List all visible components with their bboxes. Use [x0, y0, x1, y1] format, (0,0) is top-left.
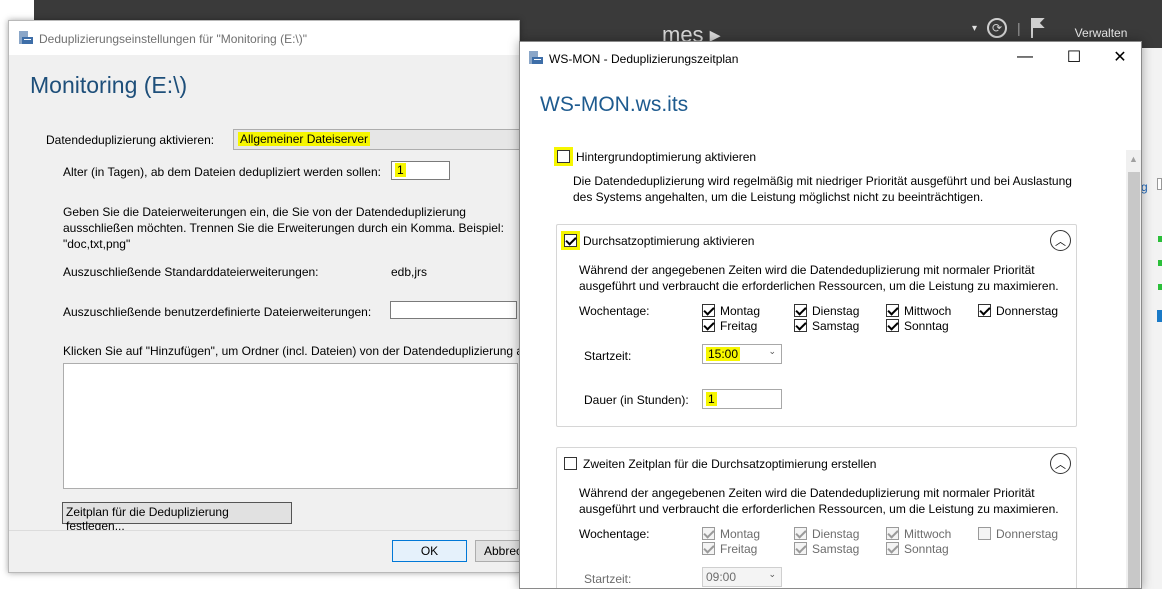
second-start-time-value: 09:00 — [706, 570, 737, 584]
throughput-day-label-freitag: Freitag — [720, 319, 758, 333]
dialog-title: WS-MON - Deduplizierungszeitplan — [549, 52, 739, 66]
std-extensions-label: Auszuschließende Standarddateierweiterun… — [63, 265, 319, 279]
second-schedule-label: Zweiten Zeitplan für die Durchsatzoptimi… — [583, 457, 877, 471]
throughput-day-label-sonntag: Sonntag — [904, 319, 949, 333]
throughput-day-checkbox-montag[interactable] — [702, 304, 715, 317]
background-checkbox[interactable] — [1157, 178, 1162, 190]
background-optimization-checkbox[interactable] — [557, 150, 570, 163]
start-time-select[interactable]: 15:00 ⌄ — [702, 344, 782, 364]
throughput-day-checkbox-freitag[interactable] — [702, 319, 715, 332]
dedup-type-value: Allgemeiner Dateiserver — [238, 132, 371, 146]
chevron-up-icon[interactable]: ︿ — [1050, 230, 1071, 251]
dialog-title: Deduplizierungseinstellungen für "Monito… — [39, 32, 307, 46]
throughput-day-checkbox-sonntag[interactable] — [886, 319, 899, 332]
cancel-button[interactable]: Abbrec — [475, 540, 519, 562]
weekdays-label: Wochentage: — [579, 527, 650, 541]
notifications-flag-icon[interactable] — [1030, 18, 1047, 38]
topbar-tools: ▾ ⟳ | Verwalten — [972, 16, 1127, 40]
scroll-up-icon[interactable]: ▲ — [1129, 154, 1138, 164]
dedup-volume-icon — [529, 51, 543, 64]
weekdays-label: Wochentage: — [579, 304, 650, 318]
refresh-icon[interactable]: ⟳ — [987, 18, 1008, 38]
second-schedule-checkbox[interactable] — [564, 457, 577, 470]
dedup-type-select[interactable]: Allgemeiner Dateiserver — [233, 129, 519, 150]
second-day-label-sonntag: Sonntag — [904, 542, 949, 556]
chevron-up-icon[interactable]: ︿ — [1050, 453, 1071, 474]
throughput-day-label-dienstag: Dienstag — [812, 304, 860, 318]
throughput-day-label-montag: Montag — [720, 304, 761, 318]
throughput-day-checkbox-mittwoch[interactable] — [886, 304, 899, 317]
second-start-time-select[interactable]: 09:00 ⌄ — [702, 567, 782, 587]
set-schedule-button[interactable]: Zeitplan für die Deduplizierung festlege… — [62, 502, 292, 533]
throughput-optimization-label: Durchsatzoptimierung aktivieren — [583, 234, 755, 248]
custom-extensions-input[interactable] — [390, 301, 517, 319]
separator: | — [1017, 20, 1021, 36]
status-green-indicator — [1158, 260, 1162, 266]
second-day-label-mittwoch: Mittwoch — [904, 527, 952, 541]
duration-input[interactable]: 1 — [702, 389, 782, 409]
second-schedule-description: Während der angegebenen Zeiten wird die … — [579, 486, 1059, 516]
age-label: Alter (in Tagen), ab dem Dateien dedupli… — [63, 165, 381, 179]
extension-description: Geben Sie die Dateierweiterungen ein, di… — [63, 205, 504, 251]
custom-extensions-label: Auszuschließende benutzerdefinierte Date… — [63, 305, 372, 319]
duration-value: 1 — [706, 392, 717, 406]
throughput-day-checkbox-samstag[interactable] — [794, 319, 807, 332]
vertical-scrollbar[interactable]: ▲ — [1126, 150, 1141, 588]
selected-row-indicator — [1157, 310, 1162, 322]
age-input[interactable]: 1 — [391, 161, 450, 180]
second-day-label-montag: Montag — [720, 527, 761, 541]
status-green-indicator — [1158, 284, 1162, 290]
dedup-schedule-dialog: WS-MON - Deduplizierungszeitplan — ☐ ✕ W… — [519, 41, 1142, 589]
throughput-day-label-mittwoch: Mittwoch — [904, 304, 952, 318]
start-time-label: Startzeit: — [584, 572, 632, 586]
std-extensions-value: edb,jrs — [391, 265, 428, 279]
second-day-checkbox-samstag[interactable] — [794, 542, 807, 555]
ok-button[interactable]: OK — [392, 540, 467, 562]
throughput-day-checkbox-donnerstag[interactable] — [978, 304, 991, 317]
second-day-label-samstag: Samstag — [812, 542, 860, 556]
dropdown-arrow-icon[interactable]: ▾ — [972, 23, 977, 34]
server-heading: WS-MON.ws.its — [540, 93, 689, 116]
dedup-enable-label: Datendeduplizierung aktivieren: — [46, 133, 215, 147]
scrollbar-thumb[interactable] — [1128, 172, 1140, 588]
exclude-folders-hint: Klicken Sie auf "Hinzufügen", um Ordner … — [63, 344, 520, 358]
background-link-text[interactable]: g — [1141, 180, 1148, 194]
excluded-folders-list[interactable] — [63, 363, 518, 489]
throughput-description: Während der angegebenen Zeiten wird die … — [579, 263, 1059, 293]
background-optimization-description: Die Datendeduplizierung wird regelmäßig … — [573, 174, 1072, 204]
second-day-checkbox-montag[interactable] — [702, 527, 715, 540]
close-button[interactable]: ✕ — [1110, 47, 1130, 67]
minimize-button[interactable]: — — [1015, 48, 1035, 66]
second-day-checkbox-dienstag[interactable] — [794, 527, 807, 540]
duration-label: Dauer (in Stunden): — [584, 393, 689, 407]
second-day-checkbox-sonntag[interactable] — [886, 542, 899, 555]
dedup-volume-icon — [19, 31, 33, 44]
age-value: 1 — [395, 163, 406, 177]
second-day-checkbox-donnerstag[interactable] — [978, 527, 991, 540]
throughput-day-checkbox-dienstag[interactable] — [794, 304, 807, 317]
dedup-settings-dialog: Deduplizierungseinstellungen für "Monito… — [8, 20, 520, 573]
chevron-down-icon: ⌄ — [768, 569, 776, 579]
dialog-titlebar[interactable]: WS-MON - Deduplizierungszeitplan — ☐ ✕ — [520, 42, 1141, 74]
throughput-optimization-checkbox[interactable] — [564, 234, 577, 247]
throughput-day-label-samstag: Samstag — [812, 319, 860, 333]
throughput-day-label-donnerstag: Donnerstag — [996, 304, 1059, 318]
second-day-label-freitag: Freitag — [720, 542, 758, 556]
second-day-label-dienstag: Dienstag — [812, 527, 860, 541]
start-time-label: Startzeit: — [584, 349, 632, 363]
second-day-checkbox-mittwoch[interactable] — [886, 527, 899, 540]
background-right-panel: g — [1141, 48, 1162, 589]
volume-heading: Monitoring (E:\) — [30, 72, 188, 98]
status-green-indicator — [1158, 236, 1162, 242]
dialog-titlebar[interactable]: Deduplizierungseinstellungen für "Monito… — [9, 21, 519, 55]
chevron-down-icon: ⌄ — [768, 346, 776, 356]
background-optimization-label: Hintergrundoptimierung aktivieren — [576, 150, 757, 164]
maximize-button[interactable]: ☐ — [1064, 47, 1084, 67]
manage-menu[interactable]: Verwalten — [1075, 26, 1128, 40]
second-day-checkbox-freitag[interactable] — [702, 542, 715, 555]
second-day-label-donnerstag: Donnerstag — [996, 527, 1059, 541]
start-time-value: 15:00 — [706, 347, 741, 361]
